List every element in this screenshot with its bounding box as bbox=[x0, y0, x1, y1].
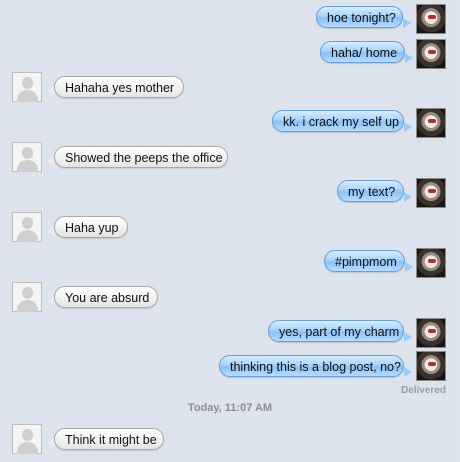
incoming-bubble: Haha yup bbox=[54, 216, 128, 238]
bubble-tail bbox=[404, 122, 412, 132]
bubble-tail bbox=[405, 53, 413, 63]
delivered-status: Delivered bbox=[400, 385, 446, 396]
sender-avatar[interactable] bbox=[416, 351, 446, 381]
outgoing-bubble: #pimpmom bbox=[324, 250, 405, 272]
message-text: kk. i crack my self up bbox=[283, 115, 399, 129]
message-text: Haha yup bbox=[65, 221, 119, 235]
outgoing-bubble: hoe tonight? bbox=[316, 6, 403, 28]
message-text: my text? bbox=[348, 185, 396, 199]
outgoing-bubble: yes, part of my charm bbox=[268, 320, 404, 342]
message-text: You are absurd bbox=[65, 291, 150, 305]
bubble-tail bbox=[404, 192, 412, 202]
avatar-head-icon bbox=[22, 147, 33, 159]
bubble-tail bbox=[404, 332, 412, 342]
sender-avatar[interactable] bbox=[416, 178, 446, 208]
sender-avatar[interactable] bbox=[416, 108, 446, 138]
sender-avatar[interactable] bbox=[416, 4, 446, 34]
timestamp: Today, 11:07 AM bbox=[187, 402, 273, 414]
sender-avatar[interactable] bbox=[416, 318, 446, 348]
avatar-body-icon bbox=[17, 230, 38, 242]
incoming-bubble: Hahaha yes mother bbox=[54, 76, 184, 98]
avatar-body-icon bbox=[17, 90, 38, 102]
incoming-bubble: Showed the peeps the office bbox=[54, 146, 228, 168]
message-text: thinking this is a blog post, no? bbox=[230, 360, 401, 374]
avatar-body-icon bbox=[17, 160, 38, 172]
message-text: Think it might be bbox=[65, 433, 157, 447]
sender-avatar[interactable] bbox=[416, 248, 446, 278]
outgoing-bubble: kk. i crack my self up bbox=[272, 110, 404, 132]
avatar-head-icon bbox=[22, 429, 33, 441]
bubble-tail bbox=[405, 262, 413, 272]
avatar-head-icon bbox=[22, 217, 33, 229]
contact-avatar[interactable] bbox=[12, 282, 42, 312]
outgoing-bubble: thinking this is a blog post, no? bbox=[219, 355, 404, 377]
message-text: Showed the peeps the office bbox=[65, 151, 223, 165]
message-text: haha/ home bbox=[331, 46, 398, 60]
incoming-bubble: Think it might be bbox=[54, 428, 164, 450]
contact-avatar[interactable] bbox=[12, 142, 42, 172]
message-text: hoe tonight? bbox=[327, 11, 396, 25]
bubble-tail bbox=[403, 18, 411, 28]
contact-avatar[interactable] bbox=[12, 424, 42, 454]
message-text: yes, part of my charm bbox=[279, 325, 400, 339]
avatar-body-icon bbox=[17, 442, 38, 454]
avatar-head-icon bbox=[22, 77, 33, 89]
contact-avatar[interactable] bbox=[12, 212, 42, 242]
message-text: #pimpmom bbox=[335, 255, 397, 269]
contact-avatar[interactable] bbox=[12, 72, 42, 102]
incoming-bubble: You are absurd bbox=[54, 286, 158, 308]
sender-avatar[interactable] bbox=[416, 39, 446, 69]
outgoing-bubble: my text? bbox=[337, 180, 404, 202]
outgoing-bubble: haha/ home bbox=[320, 41, 405, 63]
message-text: Hahaha yes mother bbox=[65, 81, 175, 95]
bubble-tail bbox=[404, 367, 412, 377]
avatar-head-icon bbox=[22, 287, 33, 299]
avatar-body-icon bbox=[17, 300, 38, 312]
